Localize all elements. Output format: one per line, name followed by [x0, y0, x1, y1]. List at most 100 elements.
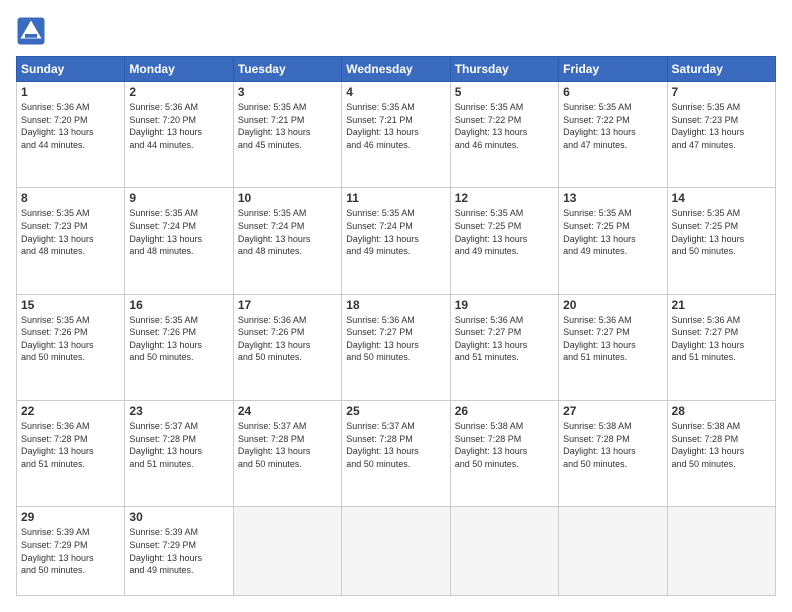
calendar-cell: 27 Sunrise: 5:38 AM Sunset: 7:28 PM Dayli…: [559, 400, 667, 506]
day-info: Sunrise: 5:35 AM Sunset: 7:22 PM Dayligh…: [563, 101, 662, 151]
day-info: Sunrise: 5:36 AM Sunset: 7:27 PM Dayligh…: [563, 314, 662, 364]
day-info: Sunrise: 5:35 AM Sunset: 7:25 PM Dayligh…: [672, 207, 771, 257]
calendar-row-1: 1 Sunrise: 5:36 AM Sunset: 7:20 PM Daylig…: [17, 82, 776, 188]
calendar-cell: 19Sunrise: 5:36 AM Sunset: 7:27 PM Dayli…: [450, 294, 558, 400]
calendar-cell: 14 Sunrise: 5:35 AM Sunset: 7:25 PM Dayli…: [667, 188, 775, 294]
weekday-header-saturday: Saturday: [667, 57, 775, 82]
calendar-row-3: 15 Sunrise: 5:35 AM Sunset: 7:26 PM Dayli…: [17, 294, 776, 400]
day-info: Sunrise: 5:37 AM Sunset: 7:28 PM Dayligh…: [346, 420, 445, 470]
day-number: 30: [129, 510, 228, 524]
day-number: 22: [21, 404, 120, 418]
day-number: 14: [672, 191, 771, 205]
calendar-cell: 3 Sunrise: 5:35 AM Sunset: 7:21 PM Daylig…: [233, 82, 341, 188]
day-number: 7: [672, 85, 771, 99]
day-info: Sunrise: 5:35 AM Sunset: 7:23 PM Dayligh…: [672, 101, 771, 151]
calendar-cell: 11 Sunrise: 5:35 AM Sunset: 7:24 PM Dayli…: [342, 188, 450, 294]
weekday-header-monday: Monday: [125, 57, 233, 82]
day-number: 6: [563, 85, 662, 99]
calendar-cell: 15 Sunrise: 5:35 AM Sunset: 7:26 PM Dayli…: [17, 294, 125, 400]
day-number: 12: [455, 191, 554, 205]
day-info: Sunrise: 5:35 AM Sunset: 7:26 PM Dayligh…: [21, 314, 120, 364]
calendar-cell: 1 Sunrise: 5:36 AM Sunset: 7:20 PM Daylig…: [17, 82, 125, 188]
day-info: Sunrise: 5:36 AM Sunset: 7:26 PM Dayligh…: [238, 314, 337, 364]
day-info: Sunrise: 5:35 AM Sunset: 7:23 PM Dayligh…: [21, 207, 120, 257]
calendar-cell: 2 Sunrise: 5:36 AM Sunset: 7:20 PM Daylig…: [125, 82, 233, 188]
day-number: 8: [21, 191, 120, 205]
calendar-cell: 4 Sunrise: 5:35 AM Sunset: 7:21 PM Daylig…: [342, 82, 450, 188]
day-number: 29: [21, 510, 120, 524]
calendar-row-5: 29 Sunrise: 5:39 AM Sunset: 7:29 PM Dayli…: [17, 507, 776, 596]
calendar-cell: 25 Sunrise: 5:37 AM Sunset: 7:28 PM Dayli…: [342, 400, 450, 506]
day-info: Sunrise: 5:36 AM Sunset: 7:27 PM Dayligh…: [346, 314, 445, 364]
day-number: 18: [346, 298, 445, 312]
day-info: Sunrise: 5:36 AM Sunset: 7:20 PM Dayligh…: [21, 101, 120, 151]
day-number: 9: [129, 191, 228, 205]
day-info: Sunrise: 5:38 AM Sunset: 7:28 PM Dayligh…: [455, 420, 554, 470]
calendar-cell: 12Sunrise: 5:35 AM Sunset: 7:25 PM Dayli…: [450, 188, 558, 294]
day-info: Sunrise: 5:35 AM Sunset: 7:24 PM Dayligh…: [129, 207, 228, 257]
day-number: 10: [238, 191, 337, 205]
calendar-cell: 30 Sunrise: 5:39 AM Sunset: 7:29 PM Dayli…: [125, 507, 233, 596]
calendar-cell: [233, 507, 341, 596]
day-info: Sunrise: 5:37 AM Sunset: 7:28 PM Dayligh…: [238, 420, 337, 470]
day-number: 20: [563, 298, 662, 312]
page: SundayMondayTuesdayWednesdayThursdayFrid…: [0, 0, 792, 612]
calendar-cell: 26 Sunrise: 5:38 AM Sunset: 7:28 PM Dayli…: [450, 400, 558, 506]
logo: [16, 16, 50, 46]
weekday-header-sunday: Sunday: [17, 57, 125, 82]
day-number: 1: [21, 85, 120, 99]
day-info: Sunrise: 5:35 AM Sunset: 7:22 PM Dayligh…: [455, 101, 554, 151]
day-number: 21: [672, 298, 771, 312]
day-info: Sunrise: 5:35 AM Sunset: 7:24 PM Dayligh…: [238, 207, 337, 257]
calendar-cell: [342, 507, 450, 596]
day-info: Sunrise: 5:35 AM Sunset: 7:26 PM Dayligh…: [129, 314, 228, 364]
calendar-cell: 17 Sunrise: 5:36 AM Sunset: 7:26 PM Dayli…: [233, 294, 341, 400]
calendar-cell: 5 Sunrise: 5:35 AM Sunset: 7:22 PM Daylig…: [450, 82, 558, 188]
day-number: 15: [21, 298, 120, 312]
calendar-cell: [450, 507, 558, 596]
calendar-cell: 22 Sunrise: 5:36 AM Sunset: 7:28 PM Dayli…: [17, 400, 125, 506]
weekday-header-tuesday: Tuesday: [233, 57, 341, 82]
day-info: Sunrise: 5:38 AM Sunset: 7:28 PM Dayligh…: [672, 420, 771, 470]
day-number: 26: [455, 404, 554, 418]
day-info: Sunrise: 5:36 AM Sunset: 7:28 PM Dayligh…: [21, 420, 120, 470]
calendar-row-2: 8 Sunrise: 5:35 AM Sunset: 7:23 PM Daylig…: [17, 188, 776, 294]
weekday-header-friday: Friday: [559, 57, 667, 82]
day-info: Sunrise: 5:37 AM Sunset: 7:28 PM Dayligh…: [129, 420, 228, 470]
calendar-row-4: 22 Sunrise: 5:36 AM Sunset: 7:28 PM Dayli…: [17, 400, 776, 506]
day-number: 17: [238, 298, 337, 312]
day-info: Sunrise: 5:35 AM Sunset: 7:21 PM Dayligh…: [346, 101, 445, 151]
day-info: Sunrise: 5:38 AM Sunset: 7:28 PM Dayligh…: [563, 420, 662, 470]
day-info: Sunrise: 5:35 AM Sunset: 7:24 PM Dayligh…: [346, 207, 445, 257]
day-number: 28: [672, 404, 771, 418]
weekday-header-thursday: Thursday: [450, 57, 558, 82]
day-number: 19: [455, 298, 554, 312]
calendar-table: SundayMondayTuesdayWednesdayThursdayFrid…: [16, 56, 776, 596]
day-number: 3: [238, 85, 337, 99]
day-number: 11: [346, 191, 445, 205]
logo-icon: [16, 16, 46, 46]
day-number: 27: [563, 404, 662, 418]
day-number: 2: [129, 85, 228, 99]
calendar-cell: 9 Sunrise: 5:35 AM Sunset: 7:24 PM Daylig…: [125, 188, 233, 294]
calendar-cell: 10 Sunrise: 5:35 AM Sunset: 7:24 PM Dayli…: [233, 188, 341, 294]
header: [16, 16, 776, 46]
day-info: Sunrise: 5:36 AM Sunset: 7:20 PM Dayligh…: [129, 101, 228, 151]
day-number: 4: [346, 85, 445, 99]
day-number: 16: [129, 298, 228, 312]
day-info: Sunrise: 5:39 AM Sunset: 7:29 PM Dayligh…: [129, 526, 228, 576]
calendar-cell: 28 Sunrise: 5:38 AM Sunset: 7:28 PM Dayli…: [667, 400, 775, 506]
day-info: Sunrise: 5:36 AM Sunset: 7:27 PM Dayligh…: [672, 314, 771, 364]
day-number: 24: [238, 404, 337, 418]
day-info: Sunrise: 5:39 AM Sunset: 7:29 PM Dayligh…: [21, 526, 120, 576]
calendar-cell: 29 Sunrise: 5:39 AM Sunset: 7:29 PM Dayli…: [17, 507, 125, 596]
calendar-cell: 13Sunrise: 5:35 AM Sunset: 7:25 PM Dayli…: [559, 188, 667, 294]
day-info: Sunrise: 5:35 AM Sunset: 7:21 PM Dayligh…: [238, 101, 337, 151]
day-number: 25: [346, 404, 445, 418]
calendar-cell: 21 Sunrise: 5:36 AM Sunset: 7:27 PM Dayli…: [667, 294, 775, 400]
calendar-cell: 6 Sunrise: 5:35 AM Sunset: 7:22 PM Daylig…: [559, 82, 667, 188]
day-number: 5: [455, 85, 554, 99]
calendar-cell: 18 Sunrise: 5:36 AM Sunset: 7:27 PM Dayli…: [342, 294, 450, 400]
calendar-cell: [559, 507, 667, 596]
calendar-cell: 16 Sunrise: 5:35 AM Sunset: 7:26 PM Dayli…: [125, 294, 233, 400]
